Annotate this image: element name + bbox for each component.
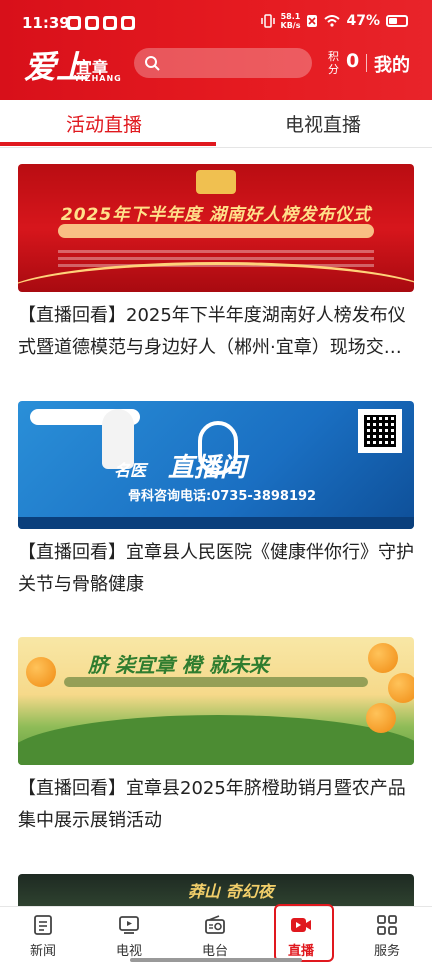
mine-button[interactable]: 我的 <box>374 51 410 77</box>
nav-item-news[interactable]: 新闻 <box>0 907 86 964</box>
thumbnail-title: 脐 柒宜章 橙 就未来 <box>88 653 269 677</box>
nav-label: 电视 <box>115 944 142 959</box>
status-time: 11:39 <box>22 14 70 32</box>
live-tabs: 活动直播 电视直播 <box>0 100 432 148</box>
item-title[interactable]: 【直播回看】宜章县人民医院《健康伴你行》守护关节与骨骼健康 <box>18 537 414 601</box>
thumbnail-title: 直播间 <box>168 453 247 483</box>
thumbnail-image[interactable]: 名医 直播间 骨科咨询电话:0735-3898192 <box>18 401 414 529</box>
item-title[interactable]: 【直播回看】宜章县2025年脐橙助销月暨农产品集中展示展销活动 <box>18 773 414 837</box>
orange-icon <box>366 703 396 733</box>
notification-icon <box>121 16 135 30</box>
thumbnail-subtitle-band <box>64 677 368 687</box>
notification-icon <box>103 16 117 30</box>
orange-icon <box>26 657 56 687</box>
app-logo: 爱上 宜章 YIZHANG <box>24 42 124 86</box>
bottom-nav: 新闻 电视 电台 直播 服务 <box>0 906 432 964</box>
vibrate-icon <box>260 14 275 28</box>
battery-icon <box>386 15 408 27</box>
tab-underline <box>0 142 216 146</box>
tab-activity-live[interactable]: 活动直播 <box>66 110 142 137</box>
qr-code-icon <box>358 409 402 453</box>
network-speed: 58.1 KB/s <box>280 12 301 30</box>
logo-en-text: YIZHANG <box>74 74 122 83</box>
notification-icons <box>67 16 135 30</box>
header-divider <box>366 54 367 72</box>
list-item[interactable]: 脐 柒宜章 橙 就未来 【直播回看】宜章县2025年脐橙助销月暨农产品集中展示展… <box>18 637 414 837</box>
tab-tv-live[interactable]: 电视直播 <box>285 110 361 137</box>
thumbnail-title: 莽山 奇幻夜 <box>188 882 274 901</box>
thumbnail-title: 2025年下半年度 湖南好人榜发布仪式 <box>60 205 372 225</box>
nav-item-radio[interactable]: 电台 <box>172 907 258 964</box>
grid-icon <box>377 915 397 935</box>
thumbnail-subtitle-band <box>58 224 374 238</box>
app-header: 11:39 58.1 KB/s 47% 爱上 宜章 YIZHANG 积分 0 我… <box>0 0 432 100</box>
list-item[interactable]: 2025年下半年度 湖南好人榜发布仪式 【直播回看】2025年下半年度湖南好人榜… <box>18 164 414 364</box>
thumbnail-phone: 骨科咨询电话:0735-3898192 <box>128 489 317 504</box>
home-indicator[interactable] <box>130 958 302 962</box>
thumbnail-image[interactable]: 2025年下半年度 湖南好人榜发布仪式 <box>18 164 414 292</box>
nav-item-tv[interactable]: 电视 <box>86 907 172 964</box>
nav-label: 新闻 <box>29 944 56 959</box>
thumbnail-side-text: 名医 <box>114 461 147 480</box>
wifi-icon <box>324 15 341 27</box>
orange-icon <box>388 673 414 703</box>
orange-icon <box>368 643 398 673</box>
nav-label: 服务 <box>373 944 400 959</box>
emblem-icon <box>196 170 236 194</box>
thumbnail-hill <box>18 715 414 765</box>
nav-item-services[interactable]: 服务 <box>344 907 430 964</box>
no-sim-icon <box>307 15 318 27</box>
notification-icon <box>85 16 99 30</box>
status-right: 58.1 KB/s 47% <box>260 12 408 30</box>
tv-icon <box>119 916 139 934</box>
active-nav-highlight <box>274 904 334 962</box>
battery-percent: 47% <box>346 13 380 29</box>
points-label[interactable]: 积分 <box>328 50 342 76</box>
thumbnail-image[interactable]: 莽山 奇幻夜 <box>18 874 414 908</box>
points-value[interactable]: 0 <box>346 50 359 72</box>
list-item[interactable]: 莽山 奇幻夜 <box>18 874 414 908</box>
search-icon <box>145 56 160 71</box>
notification-icon <box>67 16 81 30</box>
thumbnail-image[interactable]: 脐 柒宜章 橙 就未来 <box>18 637 414 765</box>
search-input[interactable] <box>134 48 312 78</box>
thumbnail-footer-bar <box>18 517 414 529</box>
list-item[interactable]: 名医 直播间 骨科咨询电话:0735-3898192 【直播回看】宜章县人民医院… <box>18 401 414 601</box>
status-bar: 11:39 58.1 KB/s 47% <box>0 0 432 40</box>
radio-icon <box>205 915 225 934</box>
item-title[interactable]: 【直播回看】2025年下半年度湖南好人榜发布仪式暨道德模范与身边好人（郴州·宜章… <box>18 300 414 364</box>
news-icon <box>34 915 52 935</box>
nav-label: 电台 <box>201 944 228 959</box>
